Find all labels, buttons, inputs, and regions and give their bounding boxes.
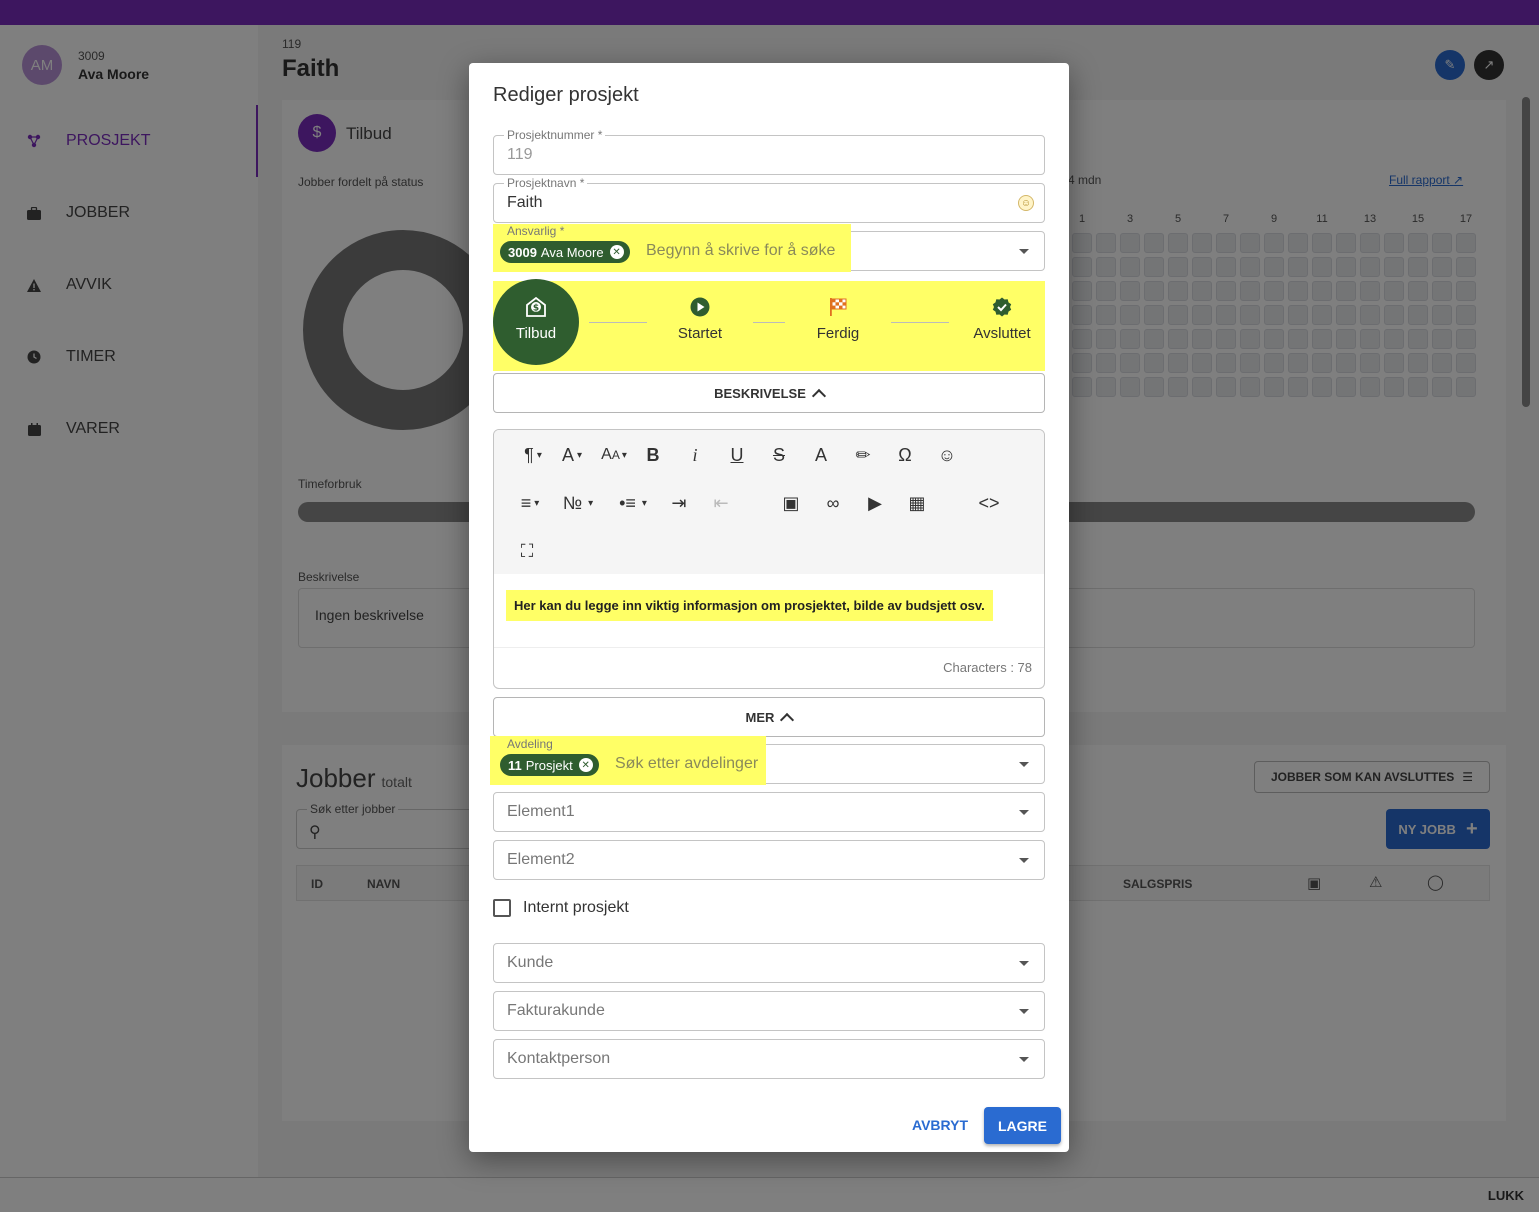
italic-icon[interactable]: i [680, 440, 710, 470]
invoice-customer-select[interactable]: Fakturakunde [493, 991, 1045, 1031]
chevron-down-icon[interactable] [1019, 249, 1029, 254]
remove-chip-icon[interactable]: ✕ [578, 758, 593, 772]
svg-text:$: $ [533, 304, 539, 314]
play-circle-icon [664, 297, 736, 317]
field-value: Faith [507, 194, 543, 211]
chevron-down-icon [1019, 1057, 1029, 1062]
step-ferdig[interactable]: Ferdig [802, 297, 874, 342]
money-envelope-icon: $ [493, 297, 579, 317]
section-label: MER [745, 709, 775, 725]
chip-id: 3009 [508, 244, 537, 260]
strikethrough-icon[interactable]: S [764, 440, 794, 470]
chevron-up-icon [811, 388, 826, 404]
indent-icon[interactable]: ⇥ [664, 488, 694, 518]
responsible-search-placeholder[interactable]: Begynn å skrive for å søke [646, 242, 835, 260]
chevron-down-icon [1019, 810, 1029, 815]
save-button[interactable]: LAGRE [984, 1107, 1061, 1144]
internal-project-label: Internt prosjekt [523, 899, 629, 916]
chevron-down-icon[interactable] [1019, 762, 1029, 767]
more-section-toggle[interactable]: MER [493, 697, 1045, 737]
chevron-up-icon [780, 712, 795, 728]
step-label: Avsluttet [973, 325, 1031, 342]
field-label: Prosjektnavn * [504, 176, 588, 190]
department-field[interactable]: Avdeling 11 Prosjekt ✕ Søk etter avdelin… [490, 736, 1045, 785]
special-characters-icon[interactable]: Ω [890, 440, 920, 470]
select-placeholder: Kunde [507, 954, 554, 971]
internal-project-checkbox[interactable] [493, 899, 511, 917]
chip-id: 11 [508, 757, 522, 773]
edit-project-dialog: Rediger prosjekt Prosjektnummer * 119 Pr… [469, 63, 1069, 1152]
chip-name: Ava Moore [540, 244, 604, 260]
remove-chip-icon[interactable]: ✕ [609, 245, 624, 259]
text-color-icon[interactable]: A [806, 440, 836, 470]
character-count: Characters : 78 [943, 660, 1032, 675]
editor-text: Her kan du legge inn viktig informasjon … [506, 590, 993, 621]
paragraph-format-icon[interactable]: ¶ ▾ [512, 440, 554, 470]
emoticons-icon[interactable]: ☺ [932, 440, 962, 470]
dialog-title: Rediger prosjekt [493, 84, 639, 106]
field-label: Avdeling [504, 737, 556, 751]
fullscreen-icon[interactable]: ⛶ [512, 536, 542, 566]
field-label: Prosjektnummer * [504, 128, 606, 142]
description-section-toggle[interactable]: BESKRIVELSE [493, 373, 1045, 413]
select-placeholder: Kontaktperson [507, 1050, 611, 1067]
outdent-icon[interactable]: ⇤ [706, 488, 736, 518]
editor-content[interactable]: Her kan du legge inn viktig informasjon … [494, 574, 1044, 648]
unordered-list-icon[interactable]: •≡ ▾ [610, 488, 656, 518]
step-startet[interactable]: Startet [664, 297, 736, 342]
step-connector [589, 322, 647, 323]
cancel-button[interactable]: AVBRYT [905, 1109, 975, 1141]
check-badge-icon [966, 297, 1038, 317]
chevron-down-icon [1019, 961, 1029, 966]
select-placeholder: Element1 [507, 803, 575, 820]
element1-select[interactable]: Element1 [493, 792, 1045, 832]
insert-link-icon[interactable]: ∞ [818, 488, 848, 518]
highlighter-icon[interactable]: ✏ [848, 440, 878, 470]
insert-video-icon[interactable]: ▶ [860, 488, 890, 518]
checkered-flag-icon [802, 297, 874, 317]
insert-table-icon[interactable]: ▦ [902, 488, 932, 518]
contact-person-select[interactable]: Kontaktperson [493, 1039, 1045, 1079]
internal-project-row[interactable]: Internt prosjekt [493, 899, 629, 917]
select-placeholder: Element2 [507, 851, 575, 868]
field-label: Ansvarlig * [504, 224, 568, 238]
step-label: Tilbud [515, 325, 557, 342]
step-label: Startet [677, 325, 723, 342]
field-value: 119 [507, 146, 533, 163]
chevron-down-icon [1019, 858, 1029, 863]
step-label: Ferdig [816, 325, 860, 342]
section-label: BESKRIVELSE [714, 385, 806, 401]
description-editor: ¶ ▾ A ▾ A A ▾ B i U S A ✏ Ω ☺ ≡ ▾ № ▾ •≡ ▾ ⇥ ⇤ … [493, 429, 1045, 689]
element2-select[interactable]: Element2 [493, 840, 1045, 880]
editor-toolbar: ¶ ▾ A ▾ A A ▾ B i U S A ✏ Ω ☺ ≡ ▾ № ▾ •≡ ▾ ⇥ ⇤ … [494, 430, 1044, 574]
insert-image-icon[interactable]: ▣ [776, 488, 806, 518]
underline-icon[interactable]: U [722, 440, 752, 470]
department-chip[interactable]: 11 Prosjekt ✕ [500, 754, 599, 776]
step-connector [891, 322, 949, 323]
font-size-icon[interactable]: A A ▾ [594, 440, 634, 470]
department-search-placeholder[interactable]: Søk etter avdelinger [615, 755, 758, 773]
bold-icon[interactable]: B [638, 440, 668, 470]
responsible-chip[interactable]: 3009 Ava Moore ✕ [500, 241, 630, 263]
step-avsluttet[interactable]: Avsluttet [966, 297, 1038, 342]
chip-name: Prosjekt [525, 757, 573, 773]
code-view-icon[interactable]: <> [974, 488, 1004, 518]
ordered-list-icon[interactable]: № ▾ [556, 488, 600, 518]
customer-select[interactable]: Kunde [493, 943, 1045, 983]
project-name-field[interactable]: Prosjektnavn * Faith ☺ [493, 176, 1045, 223]
font-family-icon[interactable]: A ▾ [554, 440, 590, 470]
step-connector [753, 322, 785, 323]
project-number-field[interactable]: Prosjektnummer * 119 [493, 128, 1045, 175]
step-tilbud[interactable]: $ Tilbud [493, 279, 579, 365]
select-placeholder: Fakturakunde [507, 1002, 605, 1019]
emoji-icon[interactable]: ☺ [1018, 195, 1034, 211]
responsible-field[interactable]: Ansvarlig * 3009 Ava Moore ✕ Begynn å sk… [493, 224, 1045, 272]
chevron-down-icon [1019, 1009, 1029, 1014]
align-icon[interactable]: ≡ ▾ [512, 488, 548, 518]
